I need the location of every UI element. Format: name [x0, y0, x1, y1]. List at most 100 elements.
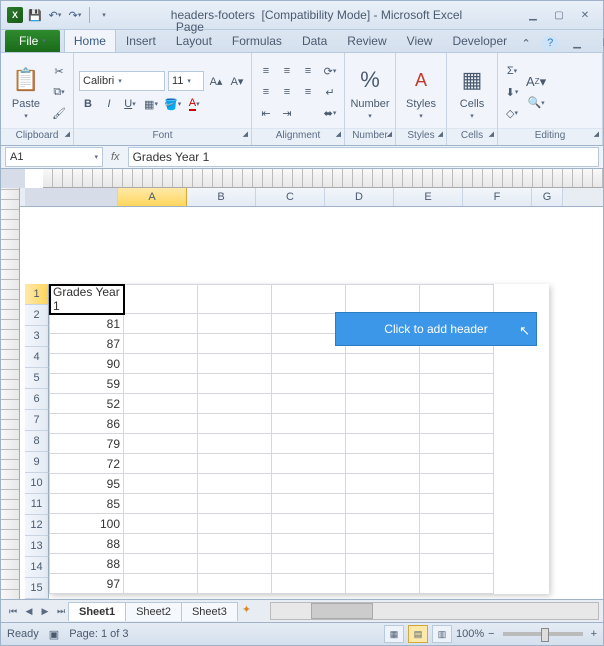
cell[interactable]: 81	[50, 314, 124, 334]
tab-file[interactable]: File▾	[5, 30, 60, 52]
cell[interactable]	[420, 434, 494, 454]
tab-scroll-next-icon[interactable]: ▶	[37, 603, 53, 619]
row-header-1[interactable]: 1	[25, 284, 49, 305]
tab-data[interactable]: Data	[292, 29, 337, 52]
sheet-tab-3[interactable]: Sheet3	[181, 602, 238, 621]
cell[interactable]	[124, 394, 198, 414]
cell[interactable]: Grades Year 1	[50, 285, 124, 314]
autosum-icon[interactable]: Σ▾	[503, 62, 521, 80]
undo-icon[interactable]: ↶▾	[47, 7, 63, 23]
align-bottom-icon[interactable]: ≡	[299, 62, 317, 80]
tab-scroll-last-icon[interactable]: ⏭	[53, 603, 69, 619]
cell[interactable]	[124, 454, 198, 474]
cell[interactable]	[346, 354, 420, 374]
vertical-ruler[interactable]	[1, 188, 20, 599]
tab-developer[interactable]: Developer	[442, 29, 517, 52]
cell[interactable]	[124, 534, 198, 554]
fx-icon[interactable]: fx	[107, 151, 124, 163]
col-header-e[interactable]: E	[394, 188, 463, 206]
col-header-d[interactable]: D	[325, 188, 394, 206]
cell[interactable]	[346, 574, 420, 594]
name-box[interactable]: A1▾	[5, 147, 103, 167]
cell[interactable]: 87	[50, 334, 124, 354]
cell[interactable]	[198, 574, 272, 594]
horizontal-scrollbar[interactable]	[270, 602, 599, 620]
formula-input[interactable]: Grades Year 1	[128, 147, 599, 167]
cell[interactable]	[346, 454, 420, 474]
cell[interactable]	[124, 514, 198, 534]
cell[interactable]	[124, 285, 198, 314]
cell[interactable]: 88	[50, 534, 124, 554]
align-left-icon[interactable]: ≡	[257, 83, 275, 101]
cell[interactable]	[420, 574, 494, 594]
cell[interactable]	[124, 474, 198, 494]
row-header-12[interactable]: 12	[25, 515, 49, 536]
cell[interactable]	[198, 285, 272, 314]
normal-view-icon[interactable]: ▦	[384, 625, 404, 643]
grow-font-icon[interactable]: A▴	[207, 72, 225, 90]
col-header-g[interactable]: G	[532, 188, 563, 206]
find-select-icon[interactable]: 🔍▾	[525, 94, 547, 112]
cell[interactable]	[420, 474, 494, 494]
cells-button[interactable]: ▦ Cells▾	[452, 56, 492, 128]
cell[interactable]	[420, 494, 494, 514]
col-header-a[interactable]: A	[118, 188, 187, 206]
fill-color-icon[interactable]: 🪣▾	[163, 95, 182, 113]
cell[interactable]	[346, 285, 420, 314]
row-header-5[interactable]: 5	[25, 368, 49, 389]
cell[interactable]	[198, 554, 272, 574]
cell[interactable]	[272, 494, 346, 514]
cell[interactable]: 79	[50, 434, 124, 454]
sheet-tab-1[interactable]: Sheet1	[68, 602, 126, 621]
workbook-restore-icon[interactable]: ❐	[595, 35, 604, 51]
col-header-f[interactable]: F	[463, 188, 532, 206]
styles-button[interactable]: A Styles▾	[401, 56, 441, 128]
bold-icon[interactable]: B	[79, 95, 97, 113]
insert-sheet-icon[interactable]: ✦	[242, 603, 260, 619]
cell[interactable]	[272, 434, 346, 454]
cell[interactable]	[124, 414, 198, 434]
cell[interactable]	[272, 514, 346, 534]
cell[interactable]	[272, 414, 346, 434]
cell[interactable]	[420, 394, 494, 414]
help-icon[interactable]: ?	[541, 36, 559, 51]
horizontal-ruler[interactable]	[43, 169, 603, 188]
tab-view[interactable]: View	[397, 29, 443, 52]
cell[interactable]	[420, 374, 494, 394]
cell[interactable]	[272, 554, 346, 574]
cell[interactable]	[198, 394, 272, 414]
merge-center-icon[interactable]: ⬌▾	[321, 104, 339, 122]
cell[interactable]: 97	[50, 574, 124, 594]
cell[interactable]: 100	[50, 514, 124, 534]
cell[interactable]	[272, 354, 346, 374]
cell[interactable]	[420, 354, 494, 374]
cell[interactable]	[420, 285, 494, 314]
cell[interactable]	[124, 434, 198, 454]
cell[interactable]	[198, 314, 272, 334]
cell[interactable]	[346, 374, 420, 394]
wrap-text-icon[interactable]: ↵	[321, 83, 339, 101]
cell[interactable]	[124, 574, 198, 594]
sort-filter-icon[interactable]: AZ▾	[525, 73, 547, 91]
header-placeholder[interactable]: Click to add header ↖	[335, 312, 537, 346]
page-layout-view-icon[interactable]: ▤	[408, 625, 428, 643]
cell[interactable]	[124, 314, 198, 334]
underline-icon[interactable]: U▾	[121, 95, 139, 113]
qat-customize-icon[interactable]: ▾	[96, 7, 112, 23]
minimize-button[interactable]: ▁	[521, 7, 545, 23]
cell[interactable]	[198, 514, 272, 534]
cell[interactable]	[124, 494, 198, 514]
paste-button[interactable]: 📋 Paste▾	[6, 56, 46, 128]
cell[interactable]	[124, 554, 198, 574]
cell[interactable]	[272, 374, 346, 394]
cell[interactable]	[272, 285, 346, 314]
cell[interactable]	[272, 474, 346, 494]
tab-insert[interactable]: Insert	[116, 29, 166, 52]
zoom-out-icon[interactable]: −	[488, 628, 494, 640]
cell[interactable]	[346, 474, 420, 494]
row-header-2[interactable]: 2	[25, 305, 49, 326]
zoom-in-icon[interactable]: +	[591, 628, 597, 640]
macro-record-icon[interactable]: ▣	[49, 628, 59, 641]
cell[interactable]	[346, 394, 420, 414]
redo-icon[interactable]: ↷▾	[67, 7, 83, 23]
